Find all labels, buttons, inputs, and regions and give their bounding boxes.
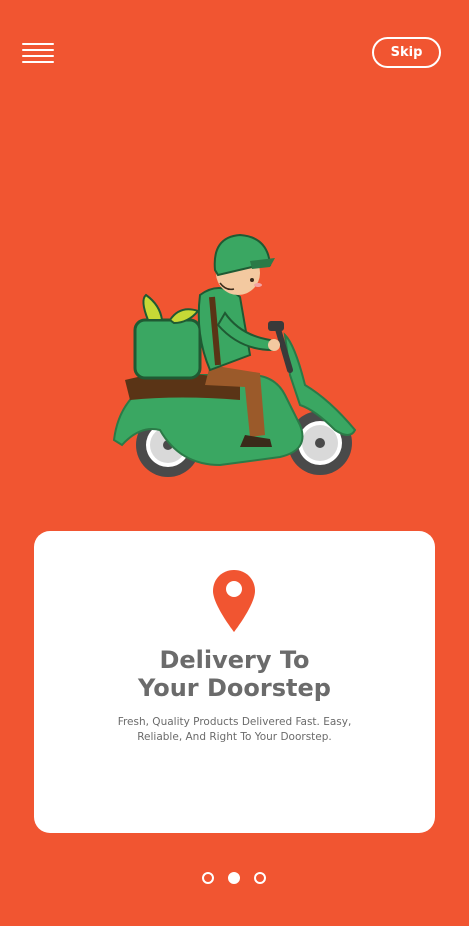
menu-icon-line: [22, 43, 54, 45]
menu-button[interactable]: [22, 41, 54, 63]
menu-icon-line: [22, 61, 54, 63]
card-title: Delivery To Your Doorstep: [138, 646, 331, 702]
menu-icon-line: [22, 55, 54, 57]
card-description: Fresh, Quality Products Delivered Fast. …: [117, 716, 352, 743]
pagination-dots: [202, 872, 272, 886]
delivery-scooter-illustration: [112, 233, 357, 477]
page-dot-1[interactable]: [202, 872, 214, 884]
onboarding-card: Delivery To Your Doorstep Fresh, Quality…: [34, 531, 435, 833]
skip-button[interactable]: Skip: [372, 37, 441, 68]
location-pin-icon: [213, 570, 255, 632]
page-dot-3[interactable]: [254, 872, 266, 884]
page-dot-2[interactable]: [228, 872, 240, 884]
menu-icon-line: [22, 49, 54, 51]
